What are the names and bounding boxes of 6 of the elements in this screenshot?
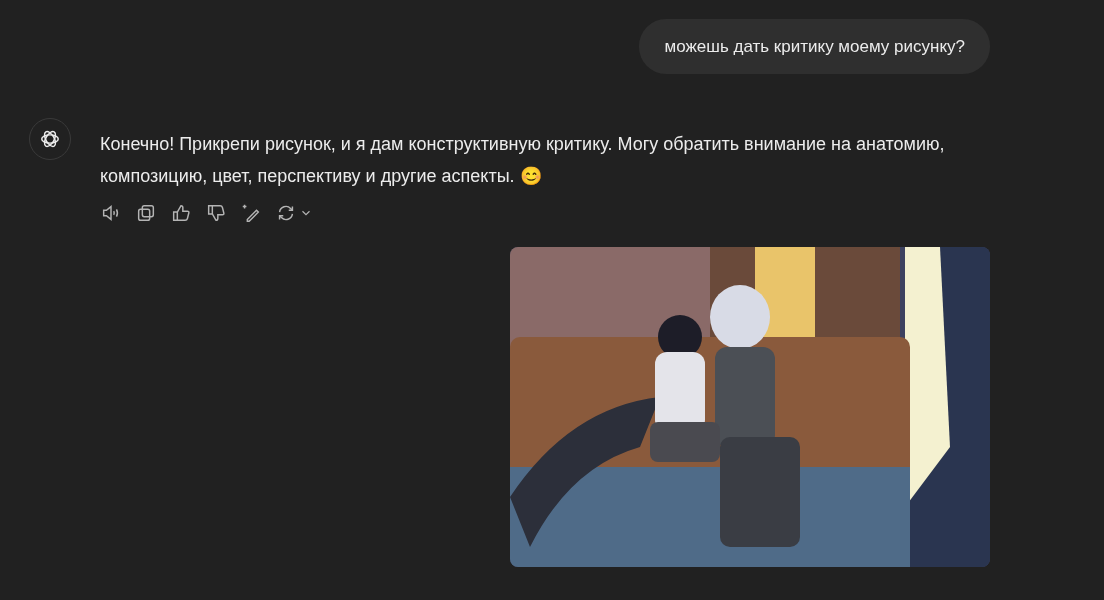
thumbs-up-icon[interactable] xyxy=(170,202,192,224)
copy-icon[interactable] xyxy=(135,202,157,224)
user-message: можешь дать критику моему рисунку? xyxy=(639,19,990,74)
pencil-sparkle-icon[interactable] xyxy=(240,202,262,224)
assistant-message: Конечно! Прикрепи рисунок, и я дам конструктивную критику. Могу обратить внимание на анатомию, композицию, цвет, перспективу и другие аспекты. 😊 xyxy=(100,133,946,188)
thumbs-down-icon[interactable] xyxy=(205,202,227,224)
